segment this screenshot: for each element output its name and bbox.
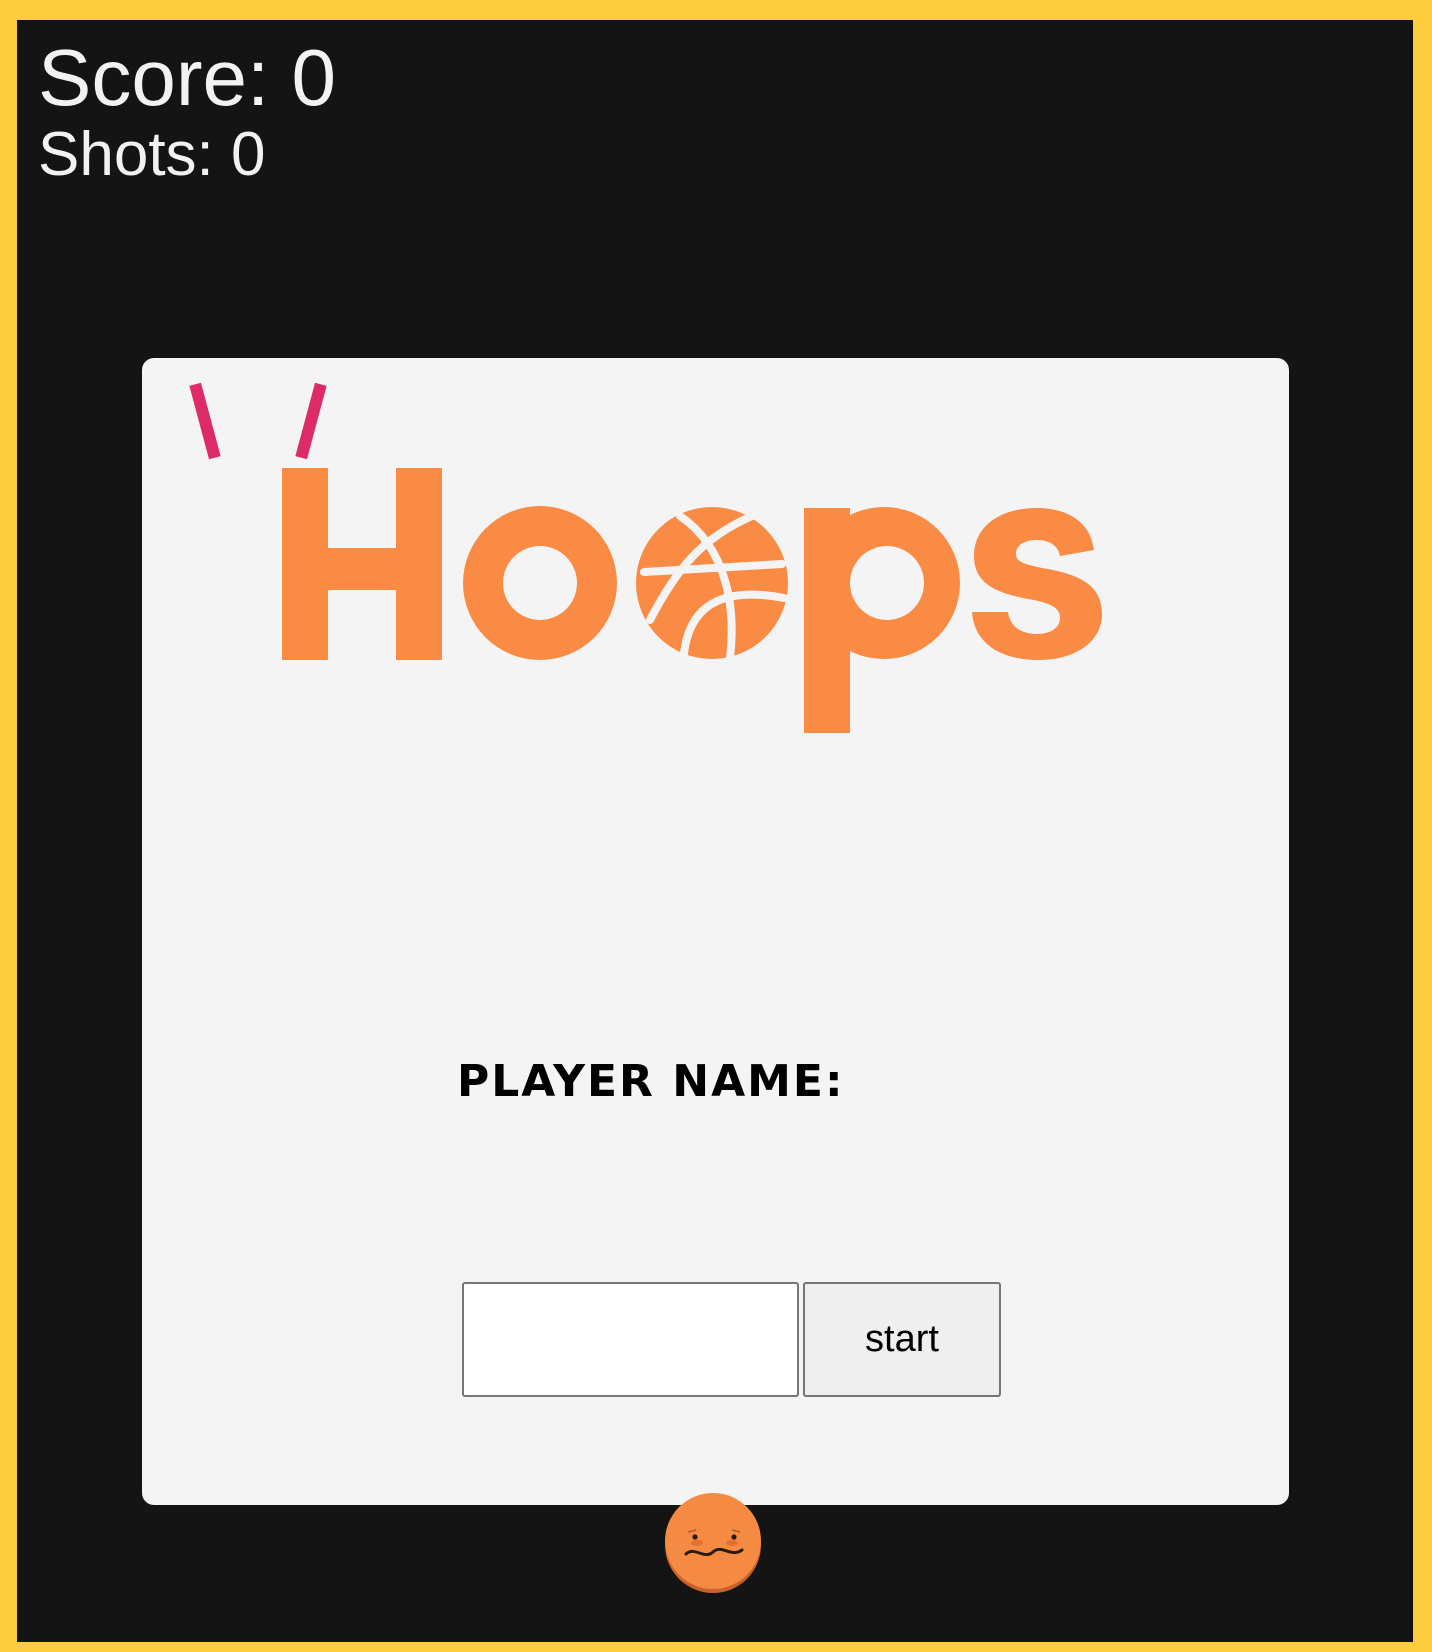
shots-display: Shots: 0 — [38, 120, 266, 189]
logo-letter-p — [804, 507, 960, 733]
start-panel: PLAYER NAME: start — [142, 358, 1289, 1505]
motion-tick-left — [189, 382, 221, 460]
logo-letter-s — [972, 508, 1102, 660]
player-name-input[interactable] — [462, 1282, 799, 1397]
logo-letter-o — [463, 506, 617, 660]
basketball-icon — [636, 507, 788, 662]
game-frame: Score: 0 Shots: 0 PLAYER NAME: start — [17, 20, 1413, 1642]
worried-basketball-face-icon — [665, 1493, 761, 1593]
hoops-logo — [282, 468, 1102, 733]
score-display: Score: 0 — [38, 33, 336, 122]
start-button[interactable]: start — [803, 1282, 1001, 1397]
logo-letter-h — [282, 468, 442, 660]
player-name-label: PLAYER NAME: — [457, 1056, 845, 1107]
motion-tick-right — [295, 382, 327, 460]
